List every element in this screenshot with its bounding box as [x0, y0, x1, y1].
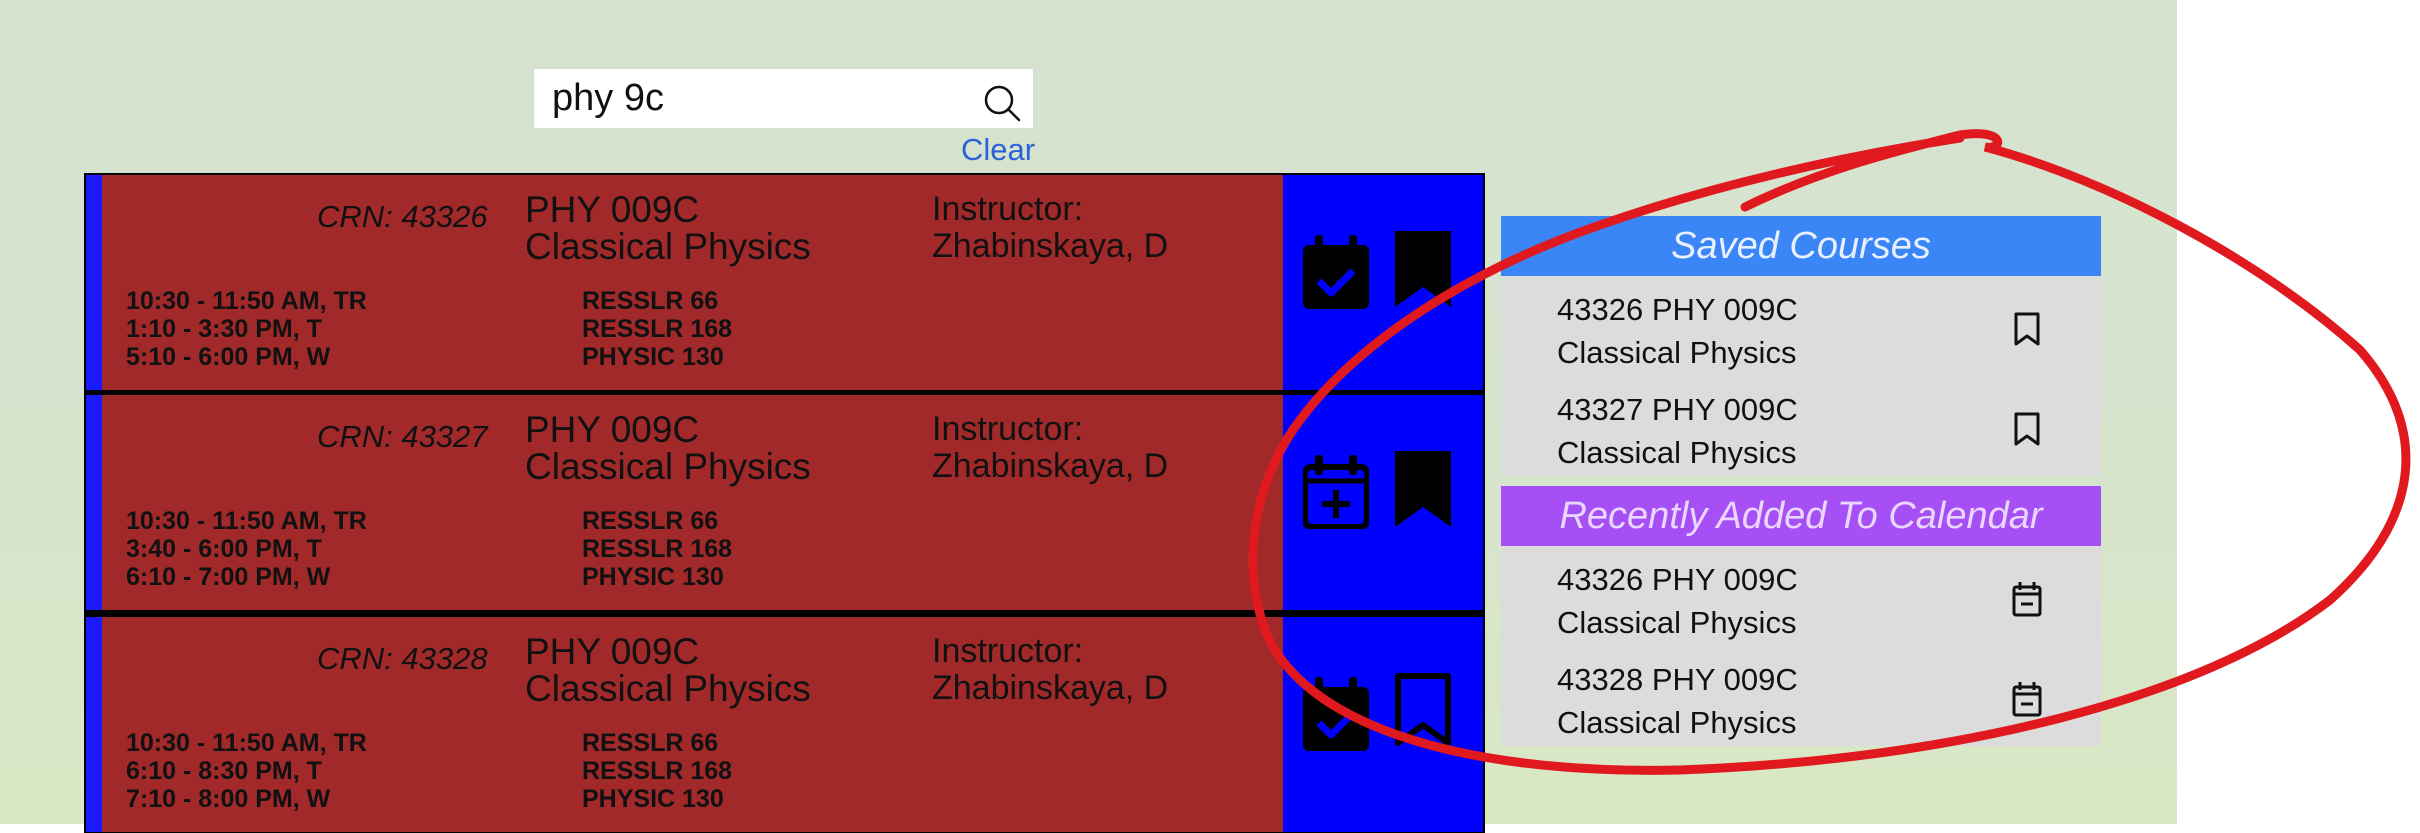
recent-course-code: 43326 PHY 009C	[1557, 562, 1798, 597]
card-accent-bar	[86, 617, 102, 832]
saved-course-title: Classical Physics	[1557, 335, 1797, 370]
calendar-check-icon[interactable]	[1303, 235, 1369, 309]
meeting-times: 10:30 - 11:50 AM, TR 1:10 - 3:30 PM, T 5…	[126, 287, 367, 371]
instructor-label: Instructor:	[932, 190, 1084, 228]
meeting-time: 6:10 - 7:00 PM, W	[126, 563, 331, 591]
meeting-time: 6:10 - 8:30 PM, T	[126, 757, 322, 785]
course-title: Classical Physics	[525, 226, 811, 267]
meeting-room: RESSLR 66	[582, 287, 719, 315]
saved-courses-list: 43326 PHY 009C Classical Physics 43327 P…	[1501, 276, 2101, 476]
card-accent-bar	[86, 175, 102, 390]
meeting-room: RESSLR 168	[582, 315, 733, 343]
meeting-room: RESSLR 66	[582, 729, 719, 757]
recent-course-item[interactable]: 43326 PHY 009C Classical Physics	[1501, 546, 2101, 646]
meeting-times: 10:30 - 11:50 AM, TR 6:10 - 8:30 PM, T 7…	[126, 729, 367, 813]
recent-course-code: 43328 PHY 009C	[1557, 662, 1798, 697]
meeting-room: PHYSIC 130	[582, 563, 724, 591]
meeting-time: 7:10 - 8:00 PM, W	[126, 785, 331, 813]
bookmark-outline-icon[interactable]	[2012, 411, 2042, 447]
card-accent-bar	[86, 395, 102, 610]
course-title: Classical Physics	[525, 446, 811, 487]
course-results-list: CRN: 43326 PHY 009C Classical Physics In…	[84, 173, 1485, 833]
saved-course-code: 43326 PHY 009C	[1557, 292, 1798, 327]
course-card: CRN: 43327 PHY 009C Classical Physics In…	[86, 395, 1483, 610]
meeting-rooms: RESSLR 66 RESSLR 168 PHYSIC 130	[582, 287, 732, 371]
course-code: PHY 009C	[525, 631, 700, 672]
course-title: Classical Physics	[525, 668, 811, 709]
meeting-room: RESSLR 66	[582, 507, 719, 535]
meeting-time: 10:30 - 11:50 AM, TR	[126, 507, 367, 535]
meeting-time: 5:10 - 6:00 PM, W	[126, 343, 331, 371]
recently-added-header: Recently Added To Calendar	[1501, 486, 2101, 546]
card-actions	[1283, 175, 1483, 390]
course-card: CRN: 43328 PHY 009C Classical Physics In…	[86, 617, 1483, 832]
instructor-label: Instructor:	[932, 632, 1084, 670]
meeting-rooms: RESSLR 66 RESSLR 168 PHYSIC 130	[582, 507, 732, 591]
search-input[interactable]	[552, 75, 972, 121]
recent-course-title: Classical Physics	[1557, 605, 1797, 640]
saved-course-title: Classical Physics	[1557, 435, 1797, 470]
bookmark-outline-icon[interactable]	[2012, 311, 2042, 347]
bookmark-filled-icon[interactable]	[1395, 231, 1451, 307]
crn-label: CRN: 43326	[317, 199, 488, 234]
meeting-room: RESSLR 168	[582, 535, 733, 563]
meeting-room: RESSLR 168	[582, 757, 733, 785]
course-info: CRN: 43327 PHY 009C Classical Physics In…	[102, 395, 1283, 610]
course-code: PHY 009C	[525, 189, 700, 230]
search-box[interactable]	[534, 69, 1033, 128]
calendar-plus-icon[interactable]	[1303, 455, 1369, 529]
meeting-room: PHYSIC 130	[582, 785, 724, 813]
sidebar: Saved Courses 43326 PHY 009C Classical P…	[1501, 216, 2101, 746]
search-icon[interactable]	[982, 83, 1022, 123]
saved-course-code: 43327 PHY 009C	[1557, 392, 1798, 427]
course-info: CRN: 43326 PHY 009C Classical Physics In…	[102, 175, 1283, 390]
crn-label: CRN: 43327	[317, 419, 488, 454]
meeting-time: 3:40 - 6:00 PM, T	[126, 535, 322, 563]
calendar-minus-icon[interactable]	[2012, 681, 2042, 717]
saved-courses-header: Saved Courses	[1501, 216, 2101, 276]
meeting-time: 10:30 - 11:50 AM, TR	[126, 287, 367, 315]
meeting-time: 10:30 - 11:50 AM, TR	[126, 729, 367, 757]
recent-course-item[interactable]: 43328 PHY 009C Classical Physics	[1501, 646, 2101, 746]
saved-course-item[interactable]: 43326 PHY 009C Classical Physics	[1501, 276, 2101, 376]
instructor-name: Zhabinskaya, D	[932, 447, 1169, 485]
meeting-room: PHYSIC 130	[582, 343, 724, 371]
meeting-rooms: RESSLR 66 RESSLR 168 PHYSIC 130	[582, 729, 732, 813]
calendar-check-icon[interactable]	[1303, 677, 1369, 751]
crn-label: CRN: 43328	[317, 641, 488, 676]
clear-search-link[interactable]: Clear	[961, 132, 1035, 168]
bookmark-filled-icon[interactable]	[1395, 451, 1451, 527]
calendar-minus-icon[interactable]	[2012, 581, 2042, 617]
card-actions	[1283, 617, 1483, 832]
course-info: CRN: 43328 PHY 009C Classical Physics In…	[102, 617, 1283, 832]
bookmark-outline-icon[interactable]	[1395, 673, 1451, 749]
recently-added-list: 43326 PHY 009C Classical Physics 43328 P…	[1501, 546, 2101, 746]
recent-course-title: Classical Physics	[1557, 705, 1797, 740]
instructor-name: Zhabinskaya, D	[932, 227, 1169, 265]
saved-course-item[interactable]: 43327 PHY 009C Classical Physics	[1501, 376, 2101, 476]
meeting-time: 1:10 - 3:30 PM, T	[126, 315, 322, 343]
instructor-label: Instructor:	[932, 410, 1084, 448]
instructor-name: Zhabinskaya, D	[932, 669, 1169, 707]
card-actions	[1283, 395, 1483, 610]
meeting-times: 10:30 - 11:50 AM, TR 3:40 - 6:00 PM, T 6…	[126, 507, 367, 591]
course-code: PHY 009C	[525, 409, 700, 450]
course-card: CRN: 43326 PHY 009C Classical Physics In…	[86, 175, 1483, 390]
